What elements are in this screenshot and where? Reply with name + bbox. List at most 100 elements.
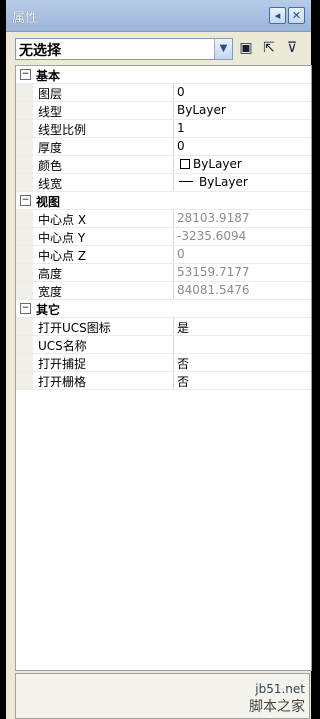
row-gutter: [16, 354, 33, 371]
column-divider[interactable]: [173, 84, 174, 101]
watermark-domain: jb51.net: [255, 682, 305, 696]
property-row[interactable]: 线型比例 1: [16, 120, 311, 138]
row-gutter: [16, 282, 33, 299]
property-value[interactable]: 否: [177, 373, 189, 390]
close-icon[interactable]: ✕: [288, 7, 305, 24]
property-row[interactable]: 打开捕捉 否: [16, 354, 311, 372]
property-row[interactable]: 打开栅格 否: [16, 372, 311, 390]
property-value[interactable]: ByLayer: [177, 175, 248, 189]
property-row[interactable]: 线宽 ByLayer: [16, 174, 311, 192]
property-row[interactable]: 中心点 X 28103.9187: [16, 210, 311, 228]
property-value-text: 84081.5476: [177, 283, 250, 297]
property-name: 图层: [38, 87, 63, 101]
select-objects-icon[interactable]: ⇱: [260, 39, 278, 57]
row-gutter: [16, 84, 33, 101]
column-divider[interactable]: [173, 336, 174, 353]
property-name: 打开栅格: [38, 375, 87, 389]
row-gutter: [16, 120, 33, 137]
window-title: 属性: [12, 11, 39, 26]
property-row[interactable]: 宽度 84081.5476: [16, 282, 311, 300]
category-label: 视图: [36, 195, 61, 209]
property-value[interactable]: ByLayer: [177, 103, 226, 117]
color-swatch-icon: [180, 159, 190, 169]
description-area: jb51.net 脚本之家: [15, 673, 310, 719]
property-name: 宽度: [38, 285, 63, 299]
column-divider[interactable]: [173, 246, 174, 263]
property-name: 中心点 Y: [38, 231, 86, 245]
property-value-text: 是: [177, 321, 190, 335]
category-row[interactable]: − 视图: [16, 192, 311, 210]
property-value-text: ByLayer: [193, 157, 242, 171]
property-row[interactable]: 图层 0: [16, 84, 311, 102]
property-value-text: ByLayer: [199, 175, 248, 189]
property-value: 84081.5476: [177, 283, 250, 297]
row-gutter: [16, 264, 33, 281]
column-divider[interactable]: [173, 282, 174, 299]
property-row[interactable]: 中心点 Z 0: [16, 246, 311, 264]
column-divider[interactable]: [173, 102, 174, 119]
quick-select-icon[interactable]: ▣: [237, 39, 255, 57]
property-name: 线宽: [38, 177, 63, 191]
chevron-down-icon[interactable]: ▼: [214, 39, 232, 59]
column-divider[interactable]: [173, 210, 174, 227]
property-value[interactable]: ByLayer: [177, 157, 242, 171]
property-value[interactable]: 1: [177, 121, 185, 135]
row-gutter: [16, 210, 33, 227]
property-row[interactable]: 颜色 ByLayer: [16, 156, 311, 174]
lineweight-icon: [179, 181, 193, 182]
property-value-text: 0: [177, 247, 185, 261]
property-grid: − 基本图层 0 线型 ByLayer 线型比例 1 厚度 0 颜色 ByLayer 线宽 ByLaye…: [15, 65, 312, 671]
pin-icon[interactable]: ◂: [269, 7, 286, 24]
pickadd-icon[interactable]: ⊽: [283, 39, 301, 57]
property-value[interactable]: 否: [177, 355, 189, 372]
property-value: 53159.7177: [177, 265, 250, 279]
selection-dropdown[interactable]: 无选择 ▼: [15, 38, 233, 60]
row-gutter: [16, 246, 33, 263]
property-value-text: 28103.9187: [177, 211, 250, 225]
column-divider[interactable]: [173, 120, 174, 137]
property-value[interactable]: 是: [177, 319, 189, 336]
selection-value: 无选择: [19, 43, 61, 59]
property-row[interactable]: 中心点 Y -3235.6094: [16, 228, 311, 246]
property-value-text: -3235.6094: [177, 229, 247, 243]
column-divider[interactable]: [173, 174, 174, 191]
column-divider[interactable]: [173, 318, 174, 335]
collapse-toggle-icon[interactable]: −: [20, 303, 31, 314]
category-row[interactable]: − 基本: [16, 66, 311, 84]
property-value-text: 0: [177, 139, 185, 153]
category-label: 其它: [36, 303, 61, 317]
property-value-text: 否: [177, 375, 190, 389]
property-value-text: 0: [177, 85, 185, 99]
titlebar: 属性 ◂ ✕: [6, 0, 311, 32]
property-value-text: 否: [177, 357, 190, 371]
property-rows: − 基本图层 0 线型 ByLayer 线型比例 1 厚度 0 颜色 ByLayer 线宽 ByLaye…: [16, 66, 311, 390]
column-divider[interactable]: [173, 138, 174, 155]
property-value: 0: [177, 247, 185, 261]
row-gutter: [16, 228, 33, 245]
row-gutter: [16, 318, 33, 335]
property-value: -3235.6094: [177, 229, 246, 243]
column-divider[interactable]: [173, 264, 174, 281]
column-divider[interactable]: [173, 156, 174, 173]
collapse-toggle-icon[interactable]: −: [20, 195, 31, 206]
property-name: 颜色: [38, 159, 63, 173]
property-value[interactable]: 0: [177, 85, 185, 99]
property-row[interactable]: 厚度 0: [16, 138, 311, 156]
property-row[interactable]: 高度 53159.7177: [16, 264, 311, 282]
column-divider[interactable]: [173, 228, 174, 245]
property-row[interactable]: 线型 ByLayer: [16, 102, 311, 120]
property-name: 打开UCS图标: [38, 321, 111, 335]
property-row[interactable]: UCS名称: [16, 336, 311, 354]
property-row[interactable]: 打开UCS图标 是: [16, 318, 311, 336]
watermark-name: 脚本之家: [249, 699, 305, 715]
column-divider[interactable]: [173, 354, 174, 371]
row-gutter: [16, 336, 33, 353]
collapse-toggle-icon[interactable]: −: [20, 69, 31, 80]
property-value[interactable]: 0: [177, 139, 185, 153]
column-divider[interactable]: [173, 372, 174, 389]
property-name: UCS名称: [38, 339, 87, 353]
property-name: 中心点 X: [38, 213, 87, 227]
category-row[interactable]: − 其它: [16, 300, 311, 318]
property-value-text: 53159.7177: [177, 265, 250, 279]
watermark: jb51.net 脚本之家: [249, 682, 305, 716]
